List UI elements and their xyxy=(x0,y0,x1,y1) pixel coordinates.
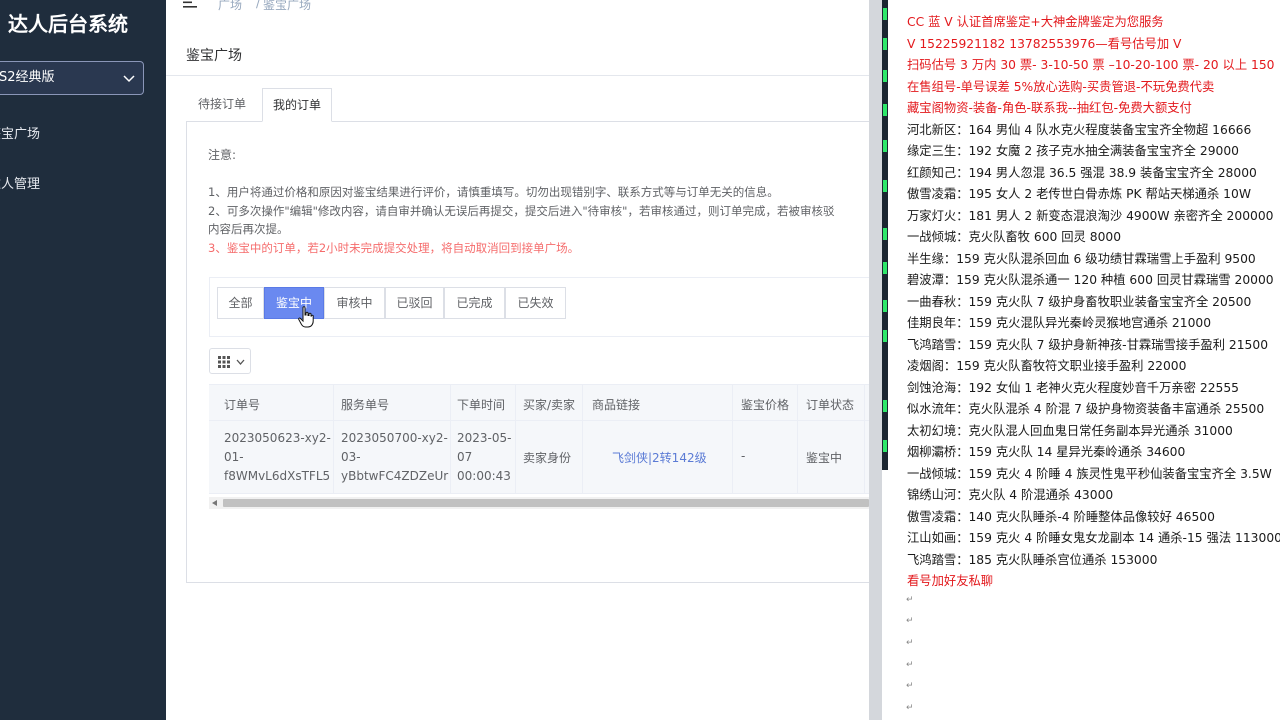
breadcrumb-separator: / xyxy=(256,0,261,10)
column-header: 买家/卖家 xyxy=(523,398,576,412)
grid-icon xyxy=(218,356,230,368)
column-header: 服务单号 xyxy=(341,398,390,412)
document-line: 似水流年：克火队混杀 4 阶混 7 级护身物资装备丰富通杀 25500 xyxy=(907,402,1265,416)
horizontal-scrollbar[interactable] xyxy=(209,497,869,509)
sidebar: 达人后台系统 S2经典版 鉴宝广场 达人管理 xyxy=(0,0,166,720)
document-line: 碧波潭：159 克火队混杀通一 120 种植 600 回灵甘霖瑞雪 20000 xyxy=(907,273,1274,287)
column-divider xyxy=(732,384,733,494)
paragraph-mark-icon: ↵ xyxy=(906,681,914,691)
scroll-left-arrow-icon[interactable] xyxy=(212,500,218,506)
document-line: 红颜知己：194 男人忽混 36.5 强混 38.9 装备宝宝齐全 28000 xyxy=(907,165,1257,180)
my-orders-panel: 注意: 1、用户将通过价格和原因对鉴宝结果进行评价，请慎重填写。切勿出现错别字、… xyxy=(186,121,882,583)
document-line: 缘定三生：192 女魔 2 孩子克水抽全满装备宝宝齐全 29000 xyxy=(907,144,1239,158)
top-navbar: 广场 / 鉴宝广场 xyxy=(166,0,882,14)
document-line: 飞鸿踏雪：159 克火队 7 级护身新神孩-甘霖瑞雪接手盈利 21500 xyxy=(907,337,1269,352)
column-divider xyxy=(797,384,798,494)
column-header: 订单号 xyxy=(224,398,261,412)
filter-completed-button[interactable]: 已完成 xyxy=(444,287,505,319)
column-divider xyxy=(864,384,865,494)
document-line: CC 蓝 V 认证首席鉴定+大神金牌鉴定为您服务 xyxy=(907,15,1164,29)
document-line: 佳期良年：159 克火混队异光秦岭灵猴地宫通杀 21000 xyxy=(907,316,1212,330)
document-line: 万家灯火：181 男人 2 新变态混浪淘沙 4900W 亲密齐全 200000 xyxy=(907,208,1274,223)
document-line: 傲雪凌霜：195 女人 2 老传世白骨赤炼 PK 帮站天梯通杀 10W xyxy=(907,187,1251,201)
document-line: 锦绣山河：克火队 4 阶混通杀 43000 xyxy=(907,488,1114,502)
notice-line: 内容后再次提。 xyxy=(208,222,289,236)
app-logo-title: 达人后台系统 xyxy=(8,12,128,36)
breadcrumb-item-current: 鉴宝广场 xyxy=(263,0,312,12)
document-line: 傲雪凌霜：140 克火队睡杀-4 阶睡整体品像较好 46500 xyxy=(907,509,1215,524)
document-line: 凌烟阁：159 克火队畜牧符文职业接手盈利 22000 xyxy=(907,359,1187,373)
order-time-cell: 2023-05- 07 00:00:43 xyxy=(457,431,512,483)
notice-line: 2、可多次操作"编辑"修改内容，请自审并确认无误后再提交，提交后进入"待审核"，… xyxy=(208,204,835,218)
document-line: 一曲春秋：159 克火队 7 级护身畜牧职业装备宝宝齐全 20500 xyxy=(907,294,1252,309)
window-divider xyxy=(869,0,882,720)
filter-expired-button[interactable]: 已失效 xyxy=(505,287,566,319)
chevron-down-icon xyxy=(123,75,135,83)
paragraph-mark-icon: ↵ xyxy=(906,595,914,605)
sidebar-item-daren-manage[interactable]: 达人管理 xyxy=(0,173,40,192)
column-divider xyxy=(515,384,516,494)
divider xyxy=(166,75,882,76)
document-line: V 15225921182 13782553976—看号估号加 V xyxy=(907,36,1182,51)
column-header: 订单状态 xyxy=(806,398,855,412)
document-edge-strip xyxy=(882,0,888,470)
document-line: 太初幻境：克火队混人回血鬼日常任务副本异光通杀 31000 xyxy=(907,423,1233,438)
notice-title: 注意: xyxy=(208,148,237,162)
document-line: 在售组号-单号误差 5%放心选购-买贵管退-不玩免费代卖 xyxy=(907,79,1215,94)
tab-pending-orders[interactable]: 待接订单 xyxy=(188,88,256,122)
paragraph-mark-icon: ↵ xyxy=(906,638,914,648)
document-line: 江山如画：159 克火 4 阶睡女鬼女龙副本 14 通杀-15 强法 11300… xyxy=(907,531,1280,545)
version-select-value: S2经典版 xyxy=(0,70,55,85)
document-line: 一战倾城：克火队畜牧 600 回灵 8000 xyxy=(907,230,1122,244)
version-select[interactable]: S2经典版 xyxy=(0,61,144,95)
filter-in-appraisal-button[interactable]: 鉴宝中 xyxy=(264,287,324,319)
filter-reviewing-button[interactable]: 审核中 xyxy=(324,287,385,319)
filter-rejected-button[interactable]: 已驳回 xyxy=(385,287,444,319)
main-content: 广场 / 鉴宝广场 鉴宝广场 待接订单 我的订单 注意: 1、用户将通过价格和原… xyxy=(166,0,882,720)
table-header: 订单号 服务单号 下单时间 买家/卖家 商品链接 鉴宝价格 订单状态 xyxy=(209,384,869,421)
document-line: 飞鸿踏雪：185 克火队睡杀宫位通杀 153000 xyxy=(907,552,1158,567)
paragraph-mark-icon: ↵ xyxy=(906,703,914,713)
buyer-seller-cell: 卖家身份 xyxy=(523,451,572,465)
service-number-cell: 2023050700-xy2- 03- yBbtwFC4ZDZeUr xyxy=(341,431,449,483)
sidebar-item-label: 鉴宝广场 xyxy=(0,127,41,142)
document-line: 看号加好友私聊 xyxy=(907,574,994,588)
column-header: 下单时间 xyxy=(457,398,506,412)
paragraph-mark-icon: ↵ xyxy=(906,660,914,670)
column-divider xyxy=(450,384,451,494)
column-header: 商品链接 xyxy=(592,398,641,412)
document-line: 扫码估号 3 万内 30 票- 3-10-50 票 –10-20-100 票- … xyxy=(907,58,1275,72)
column-divider xyxy=(333,384,334,494)
appraisal-price-cell: - xyxy=(741,449,746,463)
chevron-down-icon xyxy=(236,359,245,365)
notice-line-warning: 3、鉴宝中的订单，若2小时未完成提交处理，将自动取消回到接单广场。 xyxy=(208,241,580,255)
column-header: 鉴宝价格 xyxy=(741,398,790,412)
notice-line: 1、用户将通过价格和原因对鉴宝结果进行评价，请慎重填写。切勿出现错别字、联系方式… xyxy=(208,185,779,199)
sidebar-item-label: 达人管理 xyxy=(0,177,41,192)
table-row[interactable]: 2023050623-xy2- 01- f8WMvL6dXsTFL5 20230… xyxy=(209,421,869,494)
order-status-cell: 鉴宝中 xyxy=(806,451,843,465)
column-toggle-button[interactable] xyxy=(209,348,251,374)
orders-table: 订单号 服务单号 下单时间 买家/卖家 商品链接 鉴宝价格 订单状态 20230… xyxy=(209,384,869,509)
scrollbar-thumb[interactable] xyxy=(223,499,869,507)
document-line: 藏宝阁物资-装备-角色-联系我--抽红包-免费大额支付 xyxy=(907,101,1192,115)
tab-my-orders[interactable]: 我的订单 xyxy=(262,88,333,122)
hamburger-icon[interactable] xyxy=(183,0,197,8)
document-line: 烟柳灞桥：159 克火队 14 星异光秦岭通杀 34600 xyxy=(907,445,1186,459)
document-line: 半生缘：159 克火队混杀回血 6 级功绩甘霖瑞雪上手盈利 9500 xyxy=(907,251,1256,266)
column-divider xyxy=(582,384,583,494)
sidebar-item-jianbao-square[interactable]: 鉴宝广场 xyxy=(0,123,40,142)
document-line: 河北新区：164 男仙 4 队水克火程度装备宝宝齐全物超 16666 xyxy=(907,122,1252,137)
paragraph-mark-icon: ↵ xyxy=(906,616,914,626)
document-line: 剑蚀沧海：192 女仙 1 老神火克火程度妙音千万亲密 22555 xyxy=(907,380,1239,395)
document-overlay: CC 蓝 V 认证首席鉴定+大神金牌鉴定为您服务 V 15225921182 13… xyxy=(882,0,1280,720)
order-number-cell: 2023050623-xy2- 01- f8WMvL6dXsTFL5 xyxy=(224,431,331,483)
hand-pointer-cursor-icon xyxy=(298,306,314,328)
breadcrumb-item[interactable]: 广场 xyxy=(218,0,242,13)
page-title: 鉴宝广场 xyxy=(186,48,242,64)
document-line: 一战倾城：159 克火 4 阶睡 4 族灵性鬼平秒仙装备宝宝齐全 3.5W xyxy=(907,466,1272,481)
product-link[interactable]: 飞剑侠|2转142级 xyxy=(612,449,707,466)
filter-all-button[interactable]: 全部 xyxy=(217,287,264,319)
